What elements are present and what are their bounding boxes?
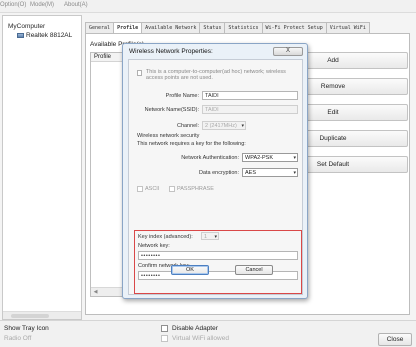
ok-button[interactable]: OK <box>171 265 209 275</box>
tab-statistics[interactable]: Statistics <box>224 22 263 33</box>
auth-label: Network Authentication: <box>181 155 239 161</box>
menu-bar: Option(O) Mode(M) About(A) <box>0 0 416 13</box>
chevron-down-icon: ▾ <box>214 234 217 240</box>
auth-value: WPA2-PSK <box>245 155 274 161</box>
show-tray-label: Show Tray Icon <box>4 325 49 332</box>
menu-mode[interactable]: Mode(M) <box>30 2 54 8</box>
chevron-down-icon: ▾ <box>241 123 244 129</box>
encryption-label: Data encryption: <box>198 170 239 176</box>
auth-select[interactable]: WPA2-PSK ▾ <box>242 153 298 162</box>
passphrase-checkbox[interactable] <box>169 186 175 192</box>
key-highlight-frame: Key index (advanced): 1 ▾ Network key: •… <box>134 230 302 294</box>
key-index-select[interactable]: 1 ▾ <box>201 232 219 240</box>
wireless-properties-dialog: Wireless Network Properties: X This is a… <box>122 43 308 299</box>
bottom-bar: Show Tray Icon Radio Off Disable Adapter… <box>0 320 416 347</box>
tab-available-network[interactable]: Available Network <box>141 22 201 33</box>
tab-wifi-protect-setup[interactable]: Wi-Fi Protect Setup <box>261 22 327 33</box>
security-heading: Wireless network security <box>137 133 200 139</box>
disable-adapter-label: Disable Adapter <box>172 325 218 332</box>
ascii-label: ASCII <box>145 186 160 192</box>
adhoc-option[interactable]: This is a computer-to-computer(ad hoc) n… <box>137 69 297 81</box>
dialog-body: This is a computer-to-computer(ad hoc) n… <box>128 59 303 295</box>
channel-value: 2 (2417MHz) <box>205 123 237 129</box>
ascii-option[interactable]: ASCII <box>137 186 159 192</box>
menu-about[interactable]: About(A) <box>64 2 88 8</box>
scroll-left-icon[interactable]: ◀ <box>92 289 99 295</box>
passphrase-option[interactable]: PASSPHRASE <box>169 186 214 192</box>
confirm-key-field[interactable]: •••••••• <box>138 271 298 280</box>
tab-status[interactable]: Status <box>199 22 226 33</box>
virtual-wifi-checkbox[interactable] <box>161 335 168 342</box>
tab-general[interactable]: General <box>85 22 115 33</box>
profile-name-field[interactable]: TAIDI <box>202 91 298 100</box>
passphrase-label: PASSPHRASE <box>177 186 214 192</box>
adhoc-checkbox[interactable] <box>137 70 142 76</box>
network-key-field[interactable]: •••••••• <box>138 251 298 260</box>
cancel-button[interactable]: Cancel <box>235 265 273 275</box>
tree-scroll-thumb[interactable] <box>11 314 49 318</box>
channel-label: Channel: <box>176 123 199 129</box>
chevron-down-icon: ▾ <box>293 170 296 176</box>
dialog-title: Wireless Network Properties: <box>129 48 213 55</box>
channel-select[interactable]: 2 (2417MHz) ▾ <box>202 121 246 130</box>
tree-item-adapter[interactable]: Realtek 8812AL <box>17 32 72 39</box>
network-key-label: Network key: <box>138 243 170 249</box>
ascii-checkbox[interactable] <box>137 186 143 192</box>
device-tree: MyComputer Realtek 8812AL <box>2 15 82 320</box>
ssid-field[interactable]: TAIDI <box>202 105 298 114</box>
security-description: This network requires a key for the foll… <box>137 141 246 147</box>
tree-item-adapter-label: Realtek 8812AL <box>26 32 73 39</box>
encryption-value: AES <box>245 170 257 176</box>
disable-adapter-checkbox[interactable] <box>161 325 168 332</box>
menu-option[interactable]: Option(O) <box>0 2 26 8</box>
close-icon: X <box>285 48 290 54</box>
show-tray-option[interactable]: Show Tray Icon <box>4 325 49 332</box>
key-index-value: 1 <box>204 234 208 240</box>
virtual-wifi-label: Virtual WiFi allowed <box>172 335 229 342</box>
encryption-select[interactable]: AES ▾ <box>242 168 298 177</box>
dialog-close-button[interactable]: X <box>273 47 303 56</box>
chevron-down-icon: ▾ <box>293 155 296 161</box>
ssid-label: Network Name(SSID): <box>144 107 199 113</box>
tab-strip: General Profile Available Network Status… <box>85 22 370 34</box>
key-index-label: Key index (advanced): <box>138 234 193 240</box>
tab-virtual-wifi[interactable]: Virtual WiFi <box>325 22 370 33</box>
disable-adapter-option[interactable]: Disable Adapter <box>161 325 218 332</box>
adhoc-label: This is a computer-to-computer(ad hoc) n… <box>145 69 286 81</box>
profile-name-label: Profile Name: <box>165 93 199 99</box>
virtual-wifi-option[interactable]: Virtual WiFi allowed <box>161 335 229 342</box>
tree-horizontal-scrollbar[interactable] <box>3 311 81 319</box>
tree-root-mycomputer[interactable]: MyComputer <box>8 23 45 30</box>
close-button[interactable]: Close <box>378 333 412 346</box>
radio-off-option[interactable]: Radio Off <box>4 335 31 342</box>
radio-off-label: Radio Off <box>4 335 32 342</box>
network-adapter-icon <box>17 33 24 38</box>
